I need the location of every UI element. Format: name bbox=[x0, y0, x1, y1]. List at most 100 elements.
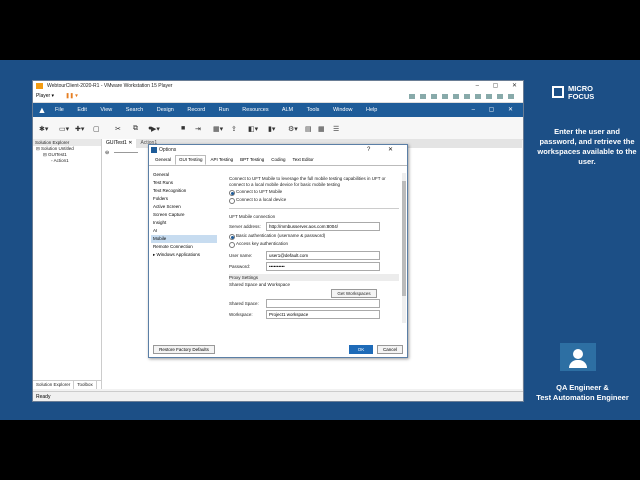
nav-test-runs[interactable]: Test Runs bbox=[151, 179, 217, 187]
role-text: QA Engineer & Test Automation Engineer bbox=[536, 383, 629, 402]
nav-mobile[interactable]: Mobile bbox=[151, 235, 217, 243]
status-bar: Ready bbox=[33, 391, 523, 401]
workspace-label: Workspace: bbox=[229, 312, 253, 317]
uft-menu-items: File Edit View Search Design Record Run … bbox=[55, 103, 389, 117]
micro-focus-logo-icon bbox=[552, 86, 564, 98]
window-controls[interactable]: – ▢ ✕ bbox=[476, 81, 523, 91]
nav-text-recognition[interactable]: Text Recognition bbox=[151, 187, 217, 195]
tab-text-editor[interactable]: Text Editor bbox=[290, 155, 317, 165]
menu-view[interactable]: View bbox=[100, 107, 112, 113]
shared-title: Shared Space and Workspace bbox=[229, 282, 290, 287]
solution-explorer: Solution Explorer ⊟ Solution Untitled ⊟ … bbox=[33, 139, 102, 389]
vmware-title: WebtourClient-2020-R1 - VMware Workstati… bbox=[47, 83, 173, 89]
nav-general[interactable]: General bbox=[151, 171, 217, 179]
nav-active-screen[interactable]: Active Screen bbox=[151, 203, 217, 211]
grid-icon[interactable]: ▤ bbox=[305, 125, 312, 133]
tab-api-testing[interactable]: API Testing bbox=[207, 155, 236, 165]
cancel-button[interactable]: Cancel bbox=[377, 345, 403, 354]
vmware-icon bbox=[36, 83, 43, 89]
radio-basic-auth[interactable]: Basic authentication (username & passwor… bbox=[229, 232, 399, 240]
vmware-device-icons[interactable] bbox=[409, 94, 519, 99]
dialog-title: Options bbox=[159, 147, 177, 153]
new-icon[interactable]: ✱▾ bbox=[39, 125, 48, 133]
menu-edit[interactable]: Edit bbox=[77, 107, 86, 113]
instruction-text: Enter the user and password, and retriev… bbox=[537, 127, 637, 166]
cut-icon[interactable]: ✂ bbox=[115, 125, 121, 133]
tree-action[interactable]: ◦ Action1 bbox=[33, 158, 101, 164]
mobile-settings-pane: Connect to UFT Mobile to leverage the fu… bbox=[229, 176, 399, 336]
menu-run[interactable]: Run bbox=[219, 107, 229, 113]
add-icon[interactable]: ✚▾ bbox=[75, 125, 84, 133]
settings-icon[interactable]: ☰ bbox=[333, 125, 339, 133]
gear-icon[interactable]: ⚙▾ bbox=[288, 125, 298, 133]
password-field: Password: bbox=[229, 261, 399, 272]
nav-remote-connection[interactable]: Remote Connection bbox=[151, 243, 217, 251]
pause-icon[interactable]: ❚❚ ▾ bbox=[65, 91, 77, 102]
password-label: Password: bbox=[229, 264, 251, 269]
dialog-title-bar: Options ? ✕ bbox=[149, 145, 407, 155]
tab-toolbox[interactable]: Toolbox bbox=[74, 381, 97, 389]
table-icon[interactable]: ▦ bbox=[318, 125, 325, 133]
get-workspaces-row: Get Workspaces bbox=[229, 288, 399, 298]
dialog-icon bbox=[151, 147, 157, 153]
menu-window[interactable]: Window bbox=[333, 107, 353, 113]
nav-insight[interactable]: Insight bbox=[151, 219, 217, 227]
proxy-settings[interactable]: Proxy Settings bbox=[229, 274, 399, 281]
breakpoint-icon[interactable]: ▮▾ bbox=[268, 125, 275, 133]
save-icon[interactable]: ▢ bbox=[93, 125, 100, 133]
solution-explorer-header: Solution Explorer bbox=[33, 139, 101, 146]
tab-bpt-testing[interactable]: BPT Testing bbox=[237, 155, 267, 165]
scrollbar-thumb[interactable] bbox=[402, 181, 406, 296]
player-menu[interactable]: Player ▾ bbox=[36, 93, 54, 99]
dialog-controls[interactable]: ? ✕ bbox=[367, 145, 401, 155]
nav-screen-capture[interactable]: Screen Capture bbox=[151, 211, 217, 219]
uft-menu-bar: ▲ File Edit View Search Design Record Ru… bbox=[33, 103, 523, 117]
menu-design[interactable]: Design bbox=[157, 107, 174, 113]
copy-icon[interactable]: ⧉ bbox=[133, 125, 138, 133]
server-label: Server address: bbox=[229, 224, 261, 229]
menu-search[interactable]: Search bbox=[126, 107, 143, 113]
password-input[interactable] bbox=[266, 262, 380, 271]
stop-icon[interactable]: ■ bbox=[181, 125, 185, 132]
nav-windows-applications[interactable]: ▸ Windows Applications bbox=[151, 251, 217, 259]
step-icon[interactable]: ⇥ bbox=[195, 125, 201, 133]
zoom-slider[interactable] bbox=[114, 152, 138, 153]
menu-resources[interactable]: Resources bbox=[242, 107, 268, 113]
menu-tools[interactable]: Tools bbox=[307, 107, 320, 113]
calendar-icon[interactable]: ▦▾ bbox=[213, 125, 223, 133]
menu-alm[interactable]: ALM bbox=[282, 107, 293, 113]
vmware-toolbar: Player ▾ ❚❚ ▾ bbox=[33, 91, 523, 103]
shared-space-select[interactable] bbox=[266, 299, 380, 308]
restore-defaults-button[interactable]: Restore Factory Defaults bbox=[153, 345, 215, 354]
tab-guitest1[interactable]: GUITest1 ✕ bbox=[102, 139, 137, 148]
radio-connect-uft-mobile[interactable]: Connect to UFT Mobile bbox=[229, 188, 399, 196]
solution-bottom-tabs: Solution Explorer Toolbox bbox=[33, 380, 101, 389]
menu-help[interactable]: Help bbox=[366, 107, 377, 113]
tab-solution-explorer[interactable]: Solution Explorer bbox=[33, 381, 75, 389]
export-icon[interactable]: ⇪ bbox=[231, 125, 237, 133]
menu-record[interactable]: Record bbox=[187, 107, 205, 113]
uft-logo-icon: ▲ bbox=[37, 105, 47, 115]
server-input[interactable] bbox=[266, 222, 380, 231]
shared-space-field: Shared Space: bbox=[229, 298, 399, 309]
zoom-icon[interactable]: ⊖ bbox=[105, 150, 109, 156]
tab-gui-testing[interactable]: GUI Testing bbox=[175, 155, 207, 165]
uft-window-controls[interactable]: – ▢ ✕ bbox=[472, 103, 519, 117]
ok-button[interactable]: OK bbox=[349, 345, 373, 354]
radio-connect-local-device[interactable]: Connect to a local device bbox=[229, 196, 399, 204]
tab-general[interactable]: General bbox=[152, 155, 174, 165]
radio-access-key-auth[interactable]: Access key authentication bbox=[229, 240, 399, 248]
user-input[interactable] bbox=[266, 251, 380, 260]
nav-ai[interactable]: AI bbox=[151, 227, 217, 235]
run-button-icon[interactable]: ▶▾ bbox=[151, 125, 160, 133]
menu-file[interactable]: File bbox=[55, 107, 64, 113]
get-workspaces-button[interactable]: Get Workspaces bbox=[331, 289, 377, 298]
micro-focus-brand: MICRO FOCUS bbox=[568, 84, 595, 101]
nav-folders[interactable]: Folders bbox=[151, 195, 217, 203]
open-icon[interactable]: ▭▾ bbox=[59, 125, 69, 133]
object-spy-icon[interactable]: ◧▾ bbox=[248, 125, 258, 133]
workspace-select[interactable] bbox=[266, 310, 380, 319]
dialog-scrollbar[interactable] bbox=[402, 173, 406, 323]
tab-coding[interactable]: Coding bbox=[268, 155, 288, 165]
server-field: Server address: bbox=[229, 221, 399, 232]
